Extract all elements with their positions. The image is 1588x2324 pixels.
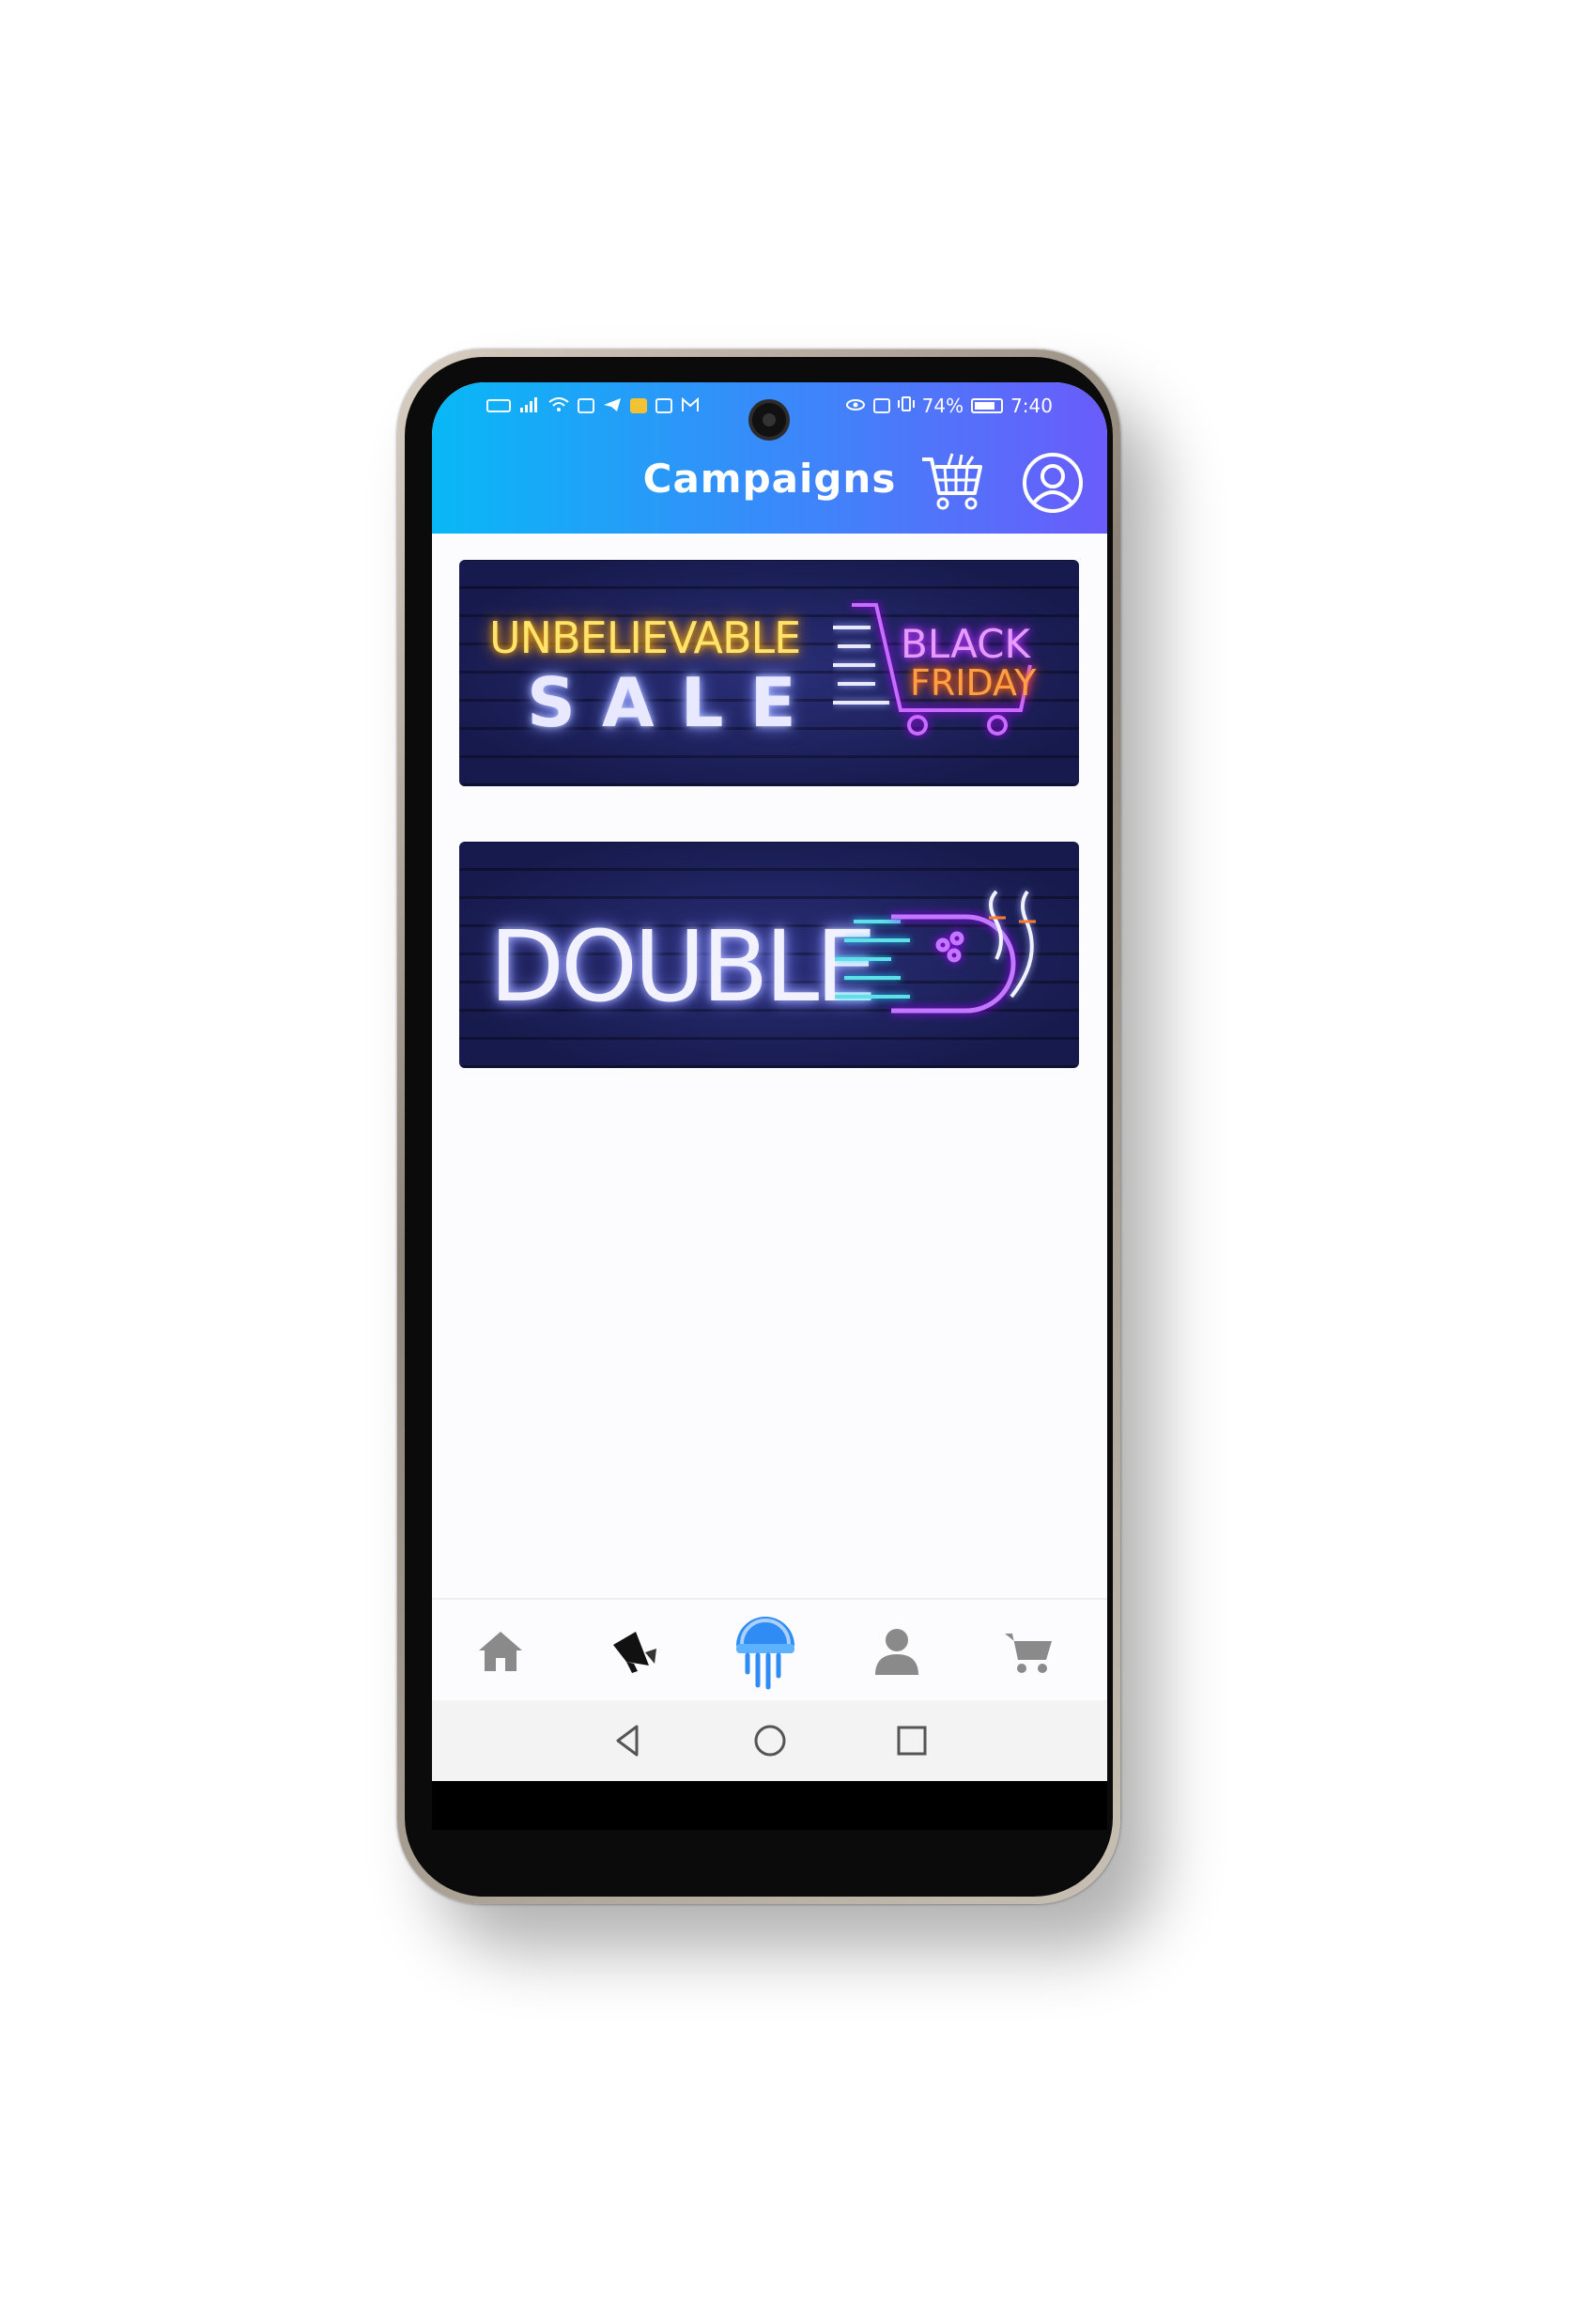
banner-text-sale: SALE: [527, 663, 823, 742]
gmail-icon: [681, 395, 700, 417]
user-circle-icon[interactable]: [1022, 452, 1084, 514]
megaphone-icon[interactable]: [600, 1619, 666, 1684]
neon-bowling-icon: [835, 890, 1036, 1014]
telegram-icon: [603, 395, 622, 417]
wifi-icon: [548, 395, 569, 417]
jellyfish-icon[interactable]: [732, 1607, 798, 1692]
status-bar: 74% 7:40: [432, 382, 1107, 437]
signal-icon: [519, 395, 540, 417]
app-icon: [630, 398, 647, 413]
page-title: Campaigns: [642, 456, 897, 502]
phone-frame: 74% 7:40 Campaigns UNBELIEVABLE SALE BLA…: [397, 349, 1120, 1904]
system-nav-bar: [432, 1700, 1107, 1781]
banner-text-black: BLACK: [901, 621, 1031, 667]
double-banner[interactable]: DOUBLE: [459, 842, 1079, 1068]
screen-bottom-bezel: [432, 1781, 1107, 1830]
app-screen: 74% 7:40 Campaigns UNBELIEVABLE SALE BLA…: [432, 382, 1107, 1830]
black-friday-banner[interactable]: UNBELIEVABLE SALE BLACK FRIDAY: [459, 560, 1079, 786]
person-icon[interactable]: [864, 1619, 930, 1684]
image-icon: [655, 398, 672, 413]
vibrate-icon: [897, 395, 915, 417]
status-time: 7:40: [1010, 395, 1053, 417]
battery-icon: [971, 398, 1004, 413]
banner-text-double: DOUBLE: [489, 909, 877, 1024]
home-icon[interactable]: [468, 1619, 533, 1684]
front-camera: [752, 403, 786, 437]
nfc-icon: [872, 398, 890, 413]
status-right-icons: 74% 7:40: [845, 395, 1053, 417]
phone-bezel: 74% 7:40 Campaigns UNBELIEVABLE SALE BLA…: [405, 357, 1113, 1897]
cart-icon[interactable]: [920, 452, 984, 512]
battery-percent: 74%: [921, 395, 964, 417]
banner-text-friday: FRIDAY: [910, 662, 1037, 704]
home-circle-icon[interactable]: [748, 1719, 792, 1762]
eye-icon: [845, 395, 866, 417]
banner-text-unbelievable: UNBELIEVABLE: [489, 612, 801, 663]
status-left-icons: [486, 395, 700, 417]
back-icon[interactable]: [607, 1719, 650, 1762]
recents-icon[interactable]: [890, 1719, 933, 1762]
notification-icon: [578, 398, 594, 413]
nav-cart-icon[interactable]: [996, 1619, 1062, 1684]
volte-icon: [486, 399, 511, 412]
app-header: 74% 7:40 Campaigns: [432, 382, 1107, 534]
bottom-nav: [432, 1598, 1107, 1702]
